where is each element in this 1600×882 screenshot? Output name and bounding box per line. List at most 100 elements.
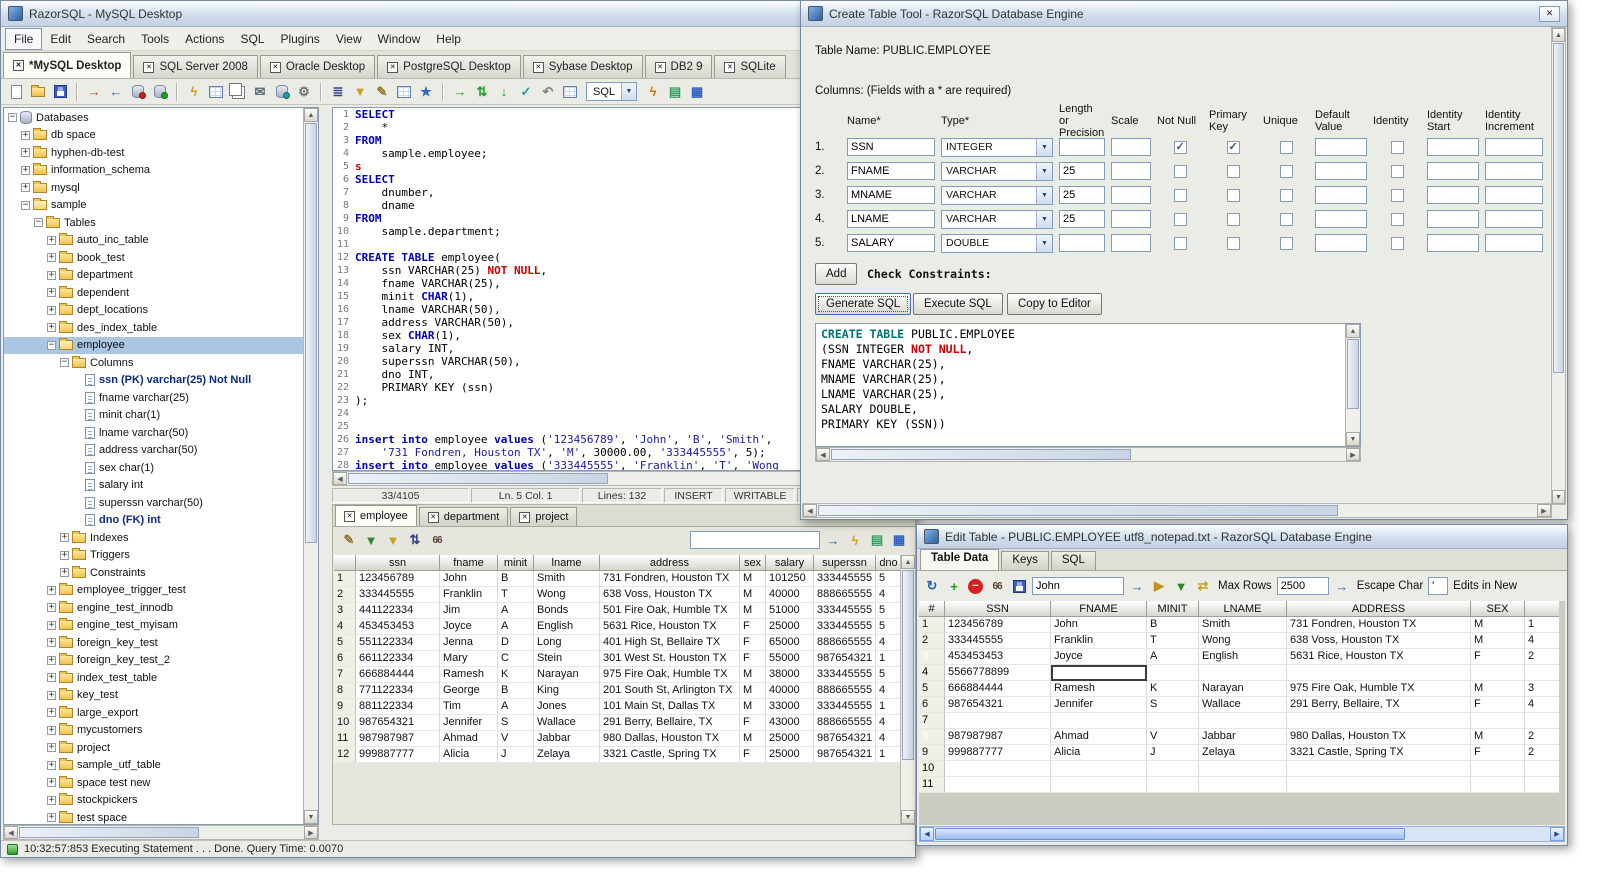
- connection-tab-postgresql-desktop[interactable]: ✕ PostgreSQL Desktop: [377, 55, 521, 78]
- results-cell[interactable]: A: [498, 619, 534, 635]
- results-cell[interactable]: 888665555: [814, 683, 876, 699]
- tree-item-indexes[interactable]: + Indexes: [4, 529, 303, 547]
- execute-sql-button[interactable]: Execute SQL: [913, 293, 1003, 315]
- edit-cell[interactable]: [1051, 761, 1147, 777]
- edit-cell[interactable]: 731 Fondren, Houston TX: [1287, 617, 1471, 633]
- results-cell[interactable]: 551122334: [356, 635, 440, 651]
- search-go-icon[interactable]: →: [1127, 576, 1147, 596]
- expand-icon[interactable]: +: [47, 270, 56, 280]
- edit-column-header-sex[interactable]: SEX: [1471, 601, 1525, 617]
- results-cell[interactable]: 980 Dallas, Houston TX: [600, 731, 740, 747]
- edit-cell[interactable]: Jabbar: [1199, 729, 1287, 745]
- results-cell[interactable]: 975 Fire Oak, Humble TX: [600, 667, 740, 683]
- results-row-5[interactable]: 5 551122334 Jenna D Long 401 High St, Bellair…: [334, 635, 902, 651]
- results-cell[interactable]: 333445555: [814, 699, 876, 715]
- edit-horizontal-scrollbar[interactable]: ◀ ▶: [919, 826, 1565, 842]
- results-cell[interactable]: 25000: [766, 747, 814, 763]
- scale-input[interactable]: [1111, 186, 1151, 204]
- results-cell[interactable]: 453453453: [356, 619, 440, 635]
- results-cell[interactable]: 1: [876, 747, 902, 763]
- identity-start-input[interactable]: [1427, 138, 1479, 156]
- results-cell[interactable]: F: [740, 715, 766, 731]
- tree-item-space-test-new[interactable]: + space test new: [4, 774, 303, 792]
- results-vertical-scrollbar[interactable]: ▲ ▼: [900, 555, 915, 824]
- identity-increment-input[interactable]: [1485, 162, 1543, 180]
- results-filter-input[interactable]: [690, 531, 820, 549]
- main-titlebar[interactable]: RazorSQL - MySQL Desktop: [1, 1, 915, 27]
- tree-item-dno-fk-int[interactable]: dno (FK) int: [4, 512, 303, 530]
- edit-cell[interactable]: 333445555: [945, 633, 1051, 649]
- results-cell[interactable]: Jabbar: [534, 731, 600, 747]
- create-window-vertical-scrollbar[interactable]: ▲ ▼: [1551, 27, 1566, 505]
- length-precision-input[interactable]: [1059, 186, 1105, 204]
- results-cell[interactable]: 5: [876, 619, 902, 635]
- results-cell[interactable]: 999887777: [356, 747, 440, 763]
- tree-item-ssn-pk-varchar-25-not-null[interactable]: ssn (PK) varchar(25) Not Null: [4, 372, 303, 390]
- edit-cell[interactable]: English: [1199, 649, 1287, 665]
- edit-tab-sql[interactable]: SQL: [1050, 551, 1096, 570]
- results-row-3[interactable]: 3 441122334 Jim A Bonds 501 Fire Oak, Humble …: [334, 603, 902, 619]
- scroll-up-arrow-icon[interactable]: ▲: [901, 555, 915, 569]
- results-cell[interactable]: Narayan: [534, 667, 600, 683]
- results-cell[interactable]: Zelaya: [534, 747, 600, 763]
- export-grid-icon[interactable]: ▦: [889, 530, 909, 550]
- tree-item-department[interactable]: + department: [4, 267, 303, 285]
- grid-export-icon[interactable]: ▦: [687, 82, 707, 102]
- max-rows-input[interactable]: [1276, 577, 1329, 595]
- log-notebook-icon[interactable]: ▤: [665, 82, 685, 102]
- edit-cell[interactable]: T: [1147, 633, 1199, 649]
- tree-item-employee[interactable]: − employee: [4, 336, 303, 354]
- edit-cell[interactable]: 975 Fire Oak, Humble TX: [1287, 681, 1471, 697]
- edit-cell[interactable]: [1199, 665, 1287, 681]
- results-cell[interactable]: Ramesh: [440, 667, 498, 683]
- edit-cell[interactable]: K: [1147, 681, 1199, 697]
- primary-key-checkbox[interactable]: [1226, 164, 1240, 178]
- edit-cell[interactable]: Smith: [1199, 617, 1287, 633]
- not-null-checkbox[interactable]: [1173, 236, 1187, 250]
- email-results-icon[interactable]: ✉: [250, 82, 270, 102]
- column-name-input[interactable]: [847, 162, 935, 180]
- results-cell[interactable]: Jenna: [440, 635, 498, 651]
- edit-cell[interactable]: Zelaya: [1199, 745, 1287, 761]
- close-tab-icon[interactable]: ✕: [387, 61, 399, 73]
- results-cell[interactable]: 55000: [766, 651, 814, 667]
- edit-cell[interactable]: F: [1471, 697, 1525, 713]
- identity-checkbox[interactable]: [1390, 164, 1404, 178]
- results-cell[interactable]: T: [498, 587, 534, 603]
- scroll-down-arrow-icon[interactable]: ▼: [901, 810, 915, 824]
- tree-item-tables[interactable]: − Tables: [4, 214, 303, 232]
- results-cell[interactable]: D: [498, 635, 534, 651]
- tree-vertical-scrollbar[interactable]: ▲ ▼: [303, 108, 318, 824]
- column-type-select[interactable]: VARCHAR ▼: [941, 209, 1053, 229]
- search-go-icon[interactable]: →: [823, 530, 843, 550]
- results-row-6[interactable]: 6 661122334 Mary C Stein 301 West St. Houston…: [334, 651, 902, 667]
- edit-cell[interactable]: Ahmad: [1051, 729, 1147, 745]
- not-null-checkbox[interactable]: [1173, 164, 1187, 178]
- edit-tab-table-data[interactable]: Table Data: [920, 549, 1000, 570]
- edit-cell[interactable]: 987654321: [945, 697, 1051, 713]
- edit-column-header-lname[interactable]: LNAME: [1199, 601, 1287, 617]
- identity-checkbox[interactable]: [1390, 188, 1404, 202]
- edit-row-6[interactable]: 6 987654321 Jennifer S Wallace 291 Berry, Bel…: [919, 697, 1559, 713]
- edit-cell[interactable]: 666884444: [945, 681, 1051, 697]
- tree-item-sample[interactable]: − sample: [4, 197, 303, 215]
- favorites-star-icon[interactable]: ★: [416, 82, 436, 102]
- edit-row-8[interactable]: 8 987987987 Ahmad V Jabbar 980 Dallas, Housto…: [919, 729, 1559, 745]
- results-cell[interactable]: 38000: [766, 667, 814, 683]
- edit-cell[interactable]: S: [1147, 697, 1199, 713]
- sql-horizontal-scrollbar[interactable]: ◀ ▶: [815, 447, 1361, 462]
- tree-item-key-test[interactable]: + key_test: [4, 687, 303, 705]
- tree-item-large-export[interactable]: + large_export: [4, 704, 303, 722]
- results-cell[interactable]: S: [498, 715, 534, 731]
- results-cell[interactable]: 881122334: [356, 699, 440, 715]
- menu-file[interactable]: File: [5, 27, 43, 50]
- edit-cell[interactable]: M: [1471, 633, 1525, 649]
- results-column-header-sex[interactable]: sex: [740, 555, 766, 571]
- edit-row-3[interactable]: 3 453453453 Joyce A English 5631 Rice, Housto…: [919, 649, 1559, 665]
- unique-checkbox[interactable]: [1279, 236, 1293, 250]
- collapse-icon[interactable]: −: [60, 358, 69, 368]
- default-value-input[interactable]: [1315, 186, 1367, 204]
- results-cell[interactable]: 333445555: [814, 571, 876, 587]
- edit-cell[interactable]: F: [1471, 649, 1525, 665]
- tree-item-db-space[interactable]: + db space: [4, 127, 303, 145]
